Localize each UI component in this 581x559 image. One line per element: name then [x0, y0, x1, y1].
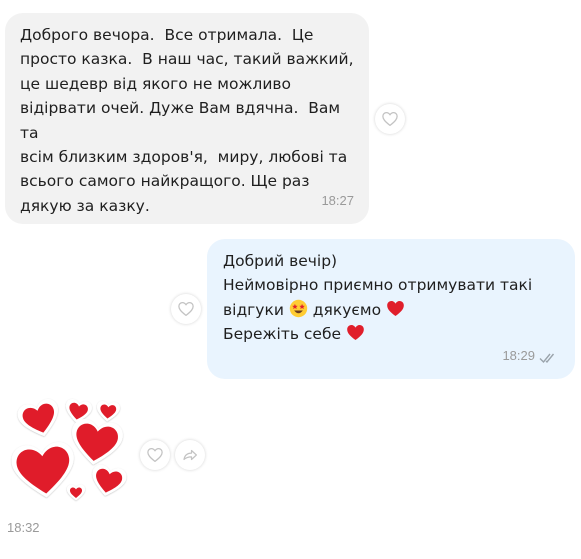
heart-shape	[15, 396, 65, 442]
forward-arrow-icon	[183, 449, 197, 461]
forward-button[interactable]	[175, 440, 205, 470]
outgoing-line-3: відгуки дякуємо	[223, 298, 563, 322]
react-heart-button-sticker[interactable]	[140, 440, 170, 470]
react-heart-button-outgoing[interactable]	[171, 294, 201, 324]
outgoing-message-bubble[interactable]: Добрий вечір) Неймовірно приємно отримув…	[207, 239, 575, 379]
heart-shape	[67, 417, 125, 469]
heart-shape	[66, 484, 86, 501]
incoming-message-time: 18:27	[321, 192, 354, 208]
incoming-message-bubble[interactable]: Доброго вечора. Все отримала. Це просто …	[5, 13, 369, 224]
hearts-sticker[interactable]	[8, 396, 130, 506]
heart-shape	[95, 400, 121, 423]
outgoing-line-1: Добрий вечір)	[223, 252, 338, 270]
outgoing-line-2: Неймовірно приємно отримувати такі	[223, 276, 533, 295]
heart-outline-icon	[178, 301, 194, 317]
red-heart-emoji-icon	[387, 300, 404, 316]
outgoing-line-3-after: дякуємо	[312, 300, 382, 319]
outgoing-line-4-text: Бережіть себе	[223, 325, 342, 344]
react-heart-button-incoming[interactable]	[375, 104, 405, 134]
heart-outline-icon	[147, 447, 163, 463]
outgoing-line-3-before: відгуки	[223, 300, 284, 319]
heart-shape	[88, 463, 129, 500]
sticker-message-time: 18:32	[7, 520, 40, 535]
double-check-icon	[539, 353, 555, 364]
outgoing-message-time: 18:29	[502, 347, 535, 363]
incoming-message-text: Доброго вечора. Все отримала. Це просто …	[20, 26, 354, 215]
star-struck-emoji-icon	[289, 299, 308, 318]
heart-outline-icon	[382, 111, 398, 127]
red-heart-emoji-icon	[347, 325, 364, 341]
